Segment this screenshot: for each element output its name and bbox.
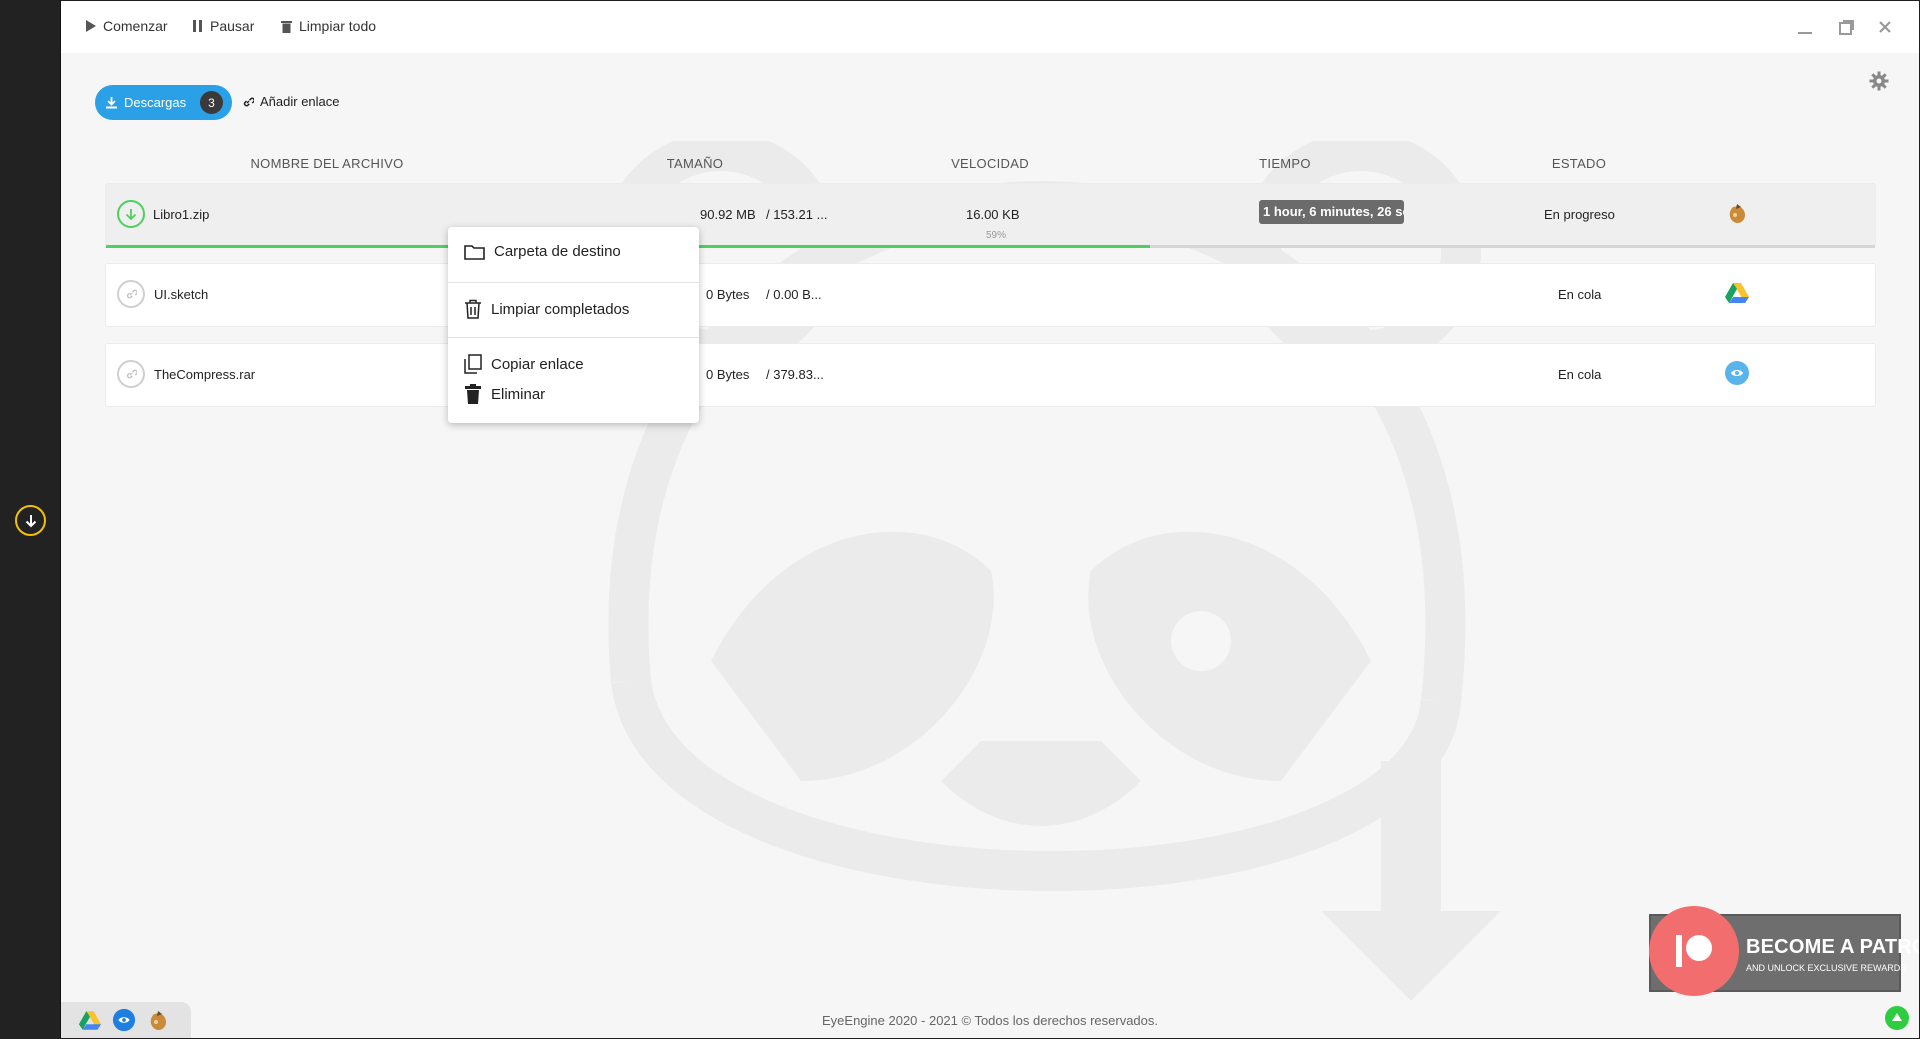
table-row[interactable]: Libro1.zip 90.92 MB / 153.21 ... 16.00 K… (105, 183, 1876, 248)
download-status: En cola (1558, 367, 1602, 382)
time-remaining: 1 hour, 6 minutes, 26 sec (1259, 200, 1404, 224)
menu-item-label: Carpeta de destino (494, 243, 621, 260)
minimize-icon (1798, 32, 1812, 34)
restore-button[interactable] (1837, 17, 1857, 37)
play-icon (86, 20, 96, 32)
menu-item-label: Limpiar completados (491, 300, 630, 318)
link-status-icon (117, 280, 145, 308)
close-icon (1879, 21, 1891, 33)
download-status: En progreso (1544, 207, 1615, 222)
main-window: Comenzar Pausar Limpiar todo Descargas 3… (61, 1, 1919, 1038)
titlebar: Comenzar Pausar Limpiar todo (61, 1, 1919, 53)
file-total-size: / 153.21 ... (766, 207, 828, 222)
gear-icon (1869, 71, 1889, 91)
download-status-icon (117, 200, 145, 228)
trash-icon (465, 384, 481, 404)
settings-button[interactable] (1869, 71, 1889, 96)
menu-separator (448, 282, 699, 283)
file-total-size: / 0.00 B... (766, 287, 822, 302)
progress-percent: 59% (986, 230, 1007, 241)
copy-icon (464, 354, 482, 374)
downloads-count-badge: 3 (200, 91, 223, 114)
google-drive-icon (1723, 279, 1751, 307)
clear-all-button[interactable]: Limpiar todo (281, 18, 376, 34)
clear-all-label: Limpiar todo (299, 18, 377, 34)
file-name: TheCompress.rar (154, 367, 256, 382)
mega-icon[interactable] (112, 1008, 136, 1032)
file-downloaded-size: 0 Bytes (706, 367, 750, 382)
trash-icon (281, 20, 292, 33)
pause-icon (193, 20, 202, 32)
patron-subtitle: AND UNLOCK EXCLUSIVE REWARDS (1746, 963, 1907, 973)
menu-item-destination-folder[interactable]: Carpeta de destino (464, 243, 621, 260)
link-icon (243, 97, 254, 106)
start-button[interactable]: Comenzar (85, 18, 168, 34)
menu-separator (448, 337, 699, 338)
download-arrow-icon[interactable] (15, 505, 46, 536)
column-header-size[interactable]: TAMAÑO (667, 156, 723, 171)
restore-icon (1839, 20, 1854, 35)
menu-item-label: Copiar enlace (491, 355, 584, 373)
file-downloaded-size: 90.92 MB (700, 207, 756, 222)
minimize-button[interactable] (1795, 17, 1815, 37)
folder-icon (464, 244, 485, 260)
file-downloaded-size: 0 Bytes (706, 287, 750, 302)
sidebar (0, 0, 61, 1039)
add-link-label: Añadir enlace (260, 94, 340, 109)
start-label: Comenzar (103, 18, 168, 34)
download-status: En cola (1558, 287, 1602, 302)
patreon-logo (1649, 906, 1739, 996)
patron-title: BECOME A PATRON (1746, 936, 1919, 958)
mediafire-icon (1723, 199, 1751, 227)
mediafire-icon[interactable] (146, 1008, 170, 1032)
progress-bar (106, 245, 1875, 248)
add-link-button[interactable]: Añadir enlace (242, 94, 340, 109)
menu-item-copy-link[interactable]: Copiar enlace (464, 354, 584, 374)
column-header-speed[interactable]: VELOCIDAD (951, 156, 1029, 171)
column-header-status[interactable]: ESTADO (1552, 156, 1606, 171)
table-row[interactable]: TheCompress.rar 0 Bytes / 379.83... En c… (105, 343, 1876, 407)
file-name: UI.sketch (154, 287, 209, 302)
download-speed: 16.00 KB (966, 207, 1020, 222)
become-patron-banner[interactable]: BECOME A PATRON AND UNLOCK EXCLUSIVE REW… (1649, 906, 1919, 996)
file-total-size: / 379.83... (766, 367, 824, 382)
file-name: Libro1.zip (153, 207, 210, 222)
connection-status-icon[interactable] (1885, 1006, 1909, 1030)
service-tray (61, 1002, 191, 1038)
table-row[interactable]: UI.sketch 0 Bytes / 0.00 B... En cola (105, 263, 1876, 327)
downloads-tab-label: Descargas (124, 95, 187, 110)
trash-outline-icon (465, 299, 481, 319)
context-menu: Carpeta de destino Limpiar completados C… (448, 227, 699, 423)
menu-item-clear-completed[interactable]: Limpiar completados (464, 299, 629, 319)
pause-button[interactable]: Pausar (193, 18, 254, 34)
link-status-icon (117, 360, 145, 388)
menu-item-delete[interactable]: Eliminar (464, 384, 545, 404)
download-icon (106, 97, 117, 109)
column-header-name[interactable]: NOMBRE DEL ARCHIVO (250, 156, 403, 171)
mega-icon (1723, 359, 1751, 387)
close-button[interactable] (1875, 17, 1895, 37)
google-drive-icon[interactable] (78, 1010, 102, 1031)
footer-copyright: EyeEngine 2020 - 2021 © Todos los derech… (822, 1013, 1158, 1028)
column-header-time[interactable]: TIEMPO (1259, 156, 1311, 171)
pause-label: Pausar (210, 18, 255, 34)
menu-item-label: Eliminar (491, 385, 546, 403)
downloads-tab[interactable]: Descargas 3 (95, 85, 232, 120)
